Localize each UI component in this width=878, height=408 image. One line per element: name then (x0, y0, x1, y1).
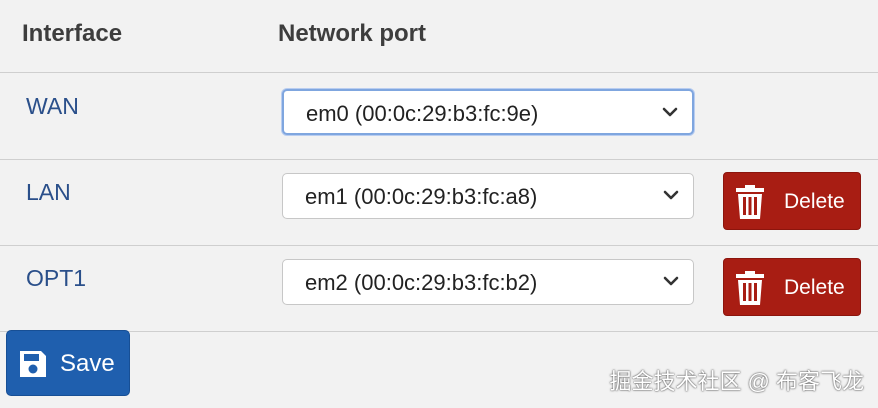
table-header: Interface Network port (0, 0, 878, 73)
network-port-select-value: em2 (00:0c:29:b3:fc:b2) (305, 270, 538, 295)
watermark: 掘金技术社区 @ 布客飞龙 (609, 369, 864, 394)
network-port-select-wan[interactable]: em0 (00:0c:29:b3:fc:9e) (282, 89, 694, 135)
delete-button-opt1[interactable]: Delete (723, 258, 861, 316)
trash-icon (736, 185, 764, 219)
delete-button-label: Delete (784, 190, 845, 213)
chevron-down-icon (663, 190, 679, 200)
delete-button-lan[interactable]: Delete (723, 172, 861, 230)
network-port-select-opt1[interactable]: em2 (00:0c:29:b3:fc:b2) (282, 259, 694, 305)
interface-assignments-page: Interface Network port WAN em0 (00:0c:29… (0, 0, 878, 408)
network-port-select-lan[interactable]: em1 (00:0c:29:b3:fc:a8) (282, 173, 694, 219)
interface-label-wan[interactable]: WAN (26, 93, 79, 120)
table-row-opt1: OPT1 em2 (00:0c:29:b3:fc:b2) Delete (0, 245, 878, 332)
delete-button-label: Delete (784, 276, 845, 299)
table-row-wan: WAN em0 (00:0c:29:b3:fc:9e) (0, 73, 878, 160)
interface-label-lan[interactable]: LAN (26, 179, 71, 206)
chevron-down-icon (662, 107, 678, 117)
floppy-disk-icon (20, 351, 46, 377)
network-port-select-value: em0 (00:0c:29:b3:fc:9e) (306, 101, 539, 126)
trash-icon (736, 271, 764, 305)
interface-column-header: Interface (22, 20, 123, 47)
chevron-down-icon (663, 276, 679, 286)
interface-label-opt1[interactable]: OPT1 (26, 265, 86, 292)
network-port-select-value: em1 (00:0c:29:b3:fc:a8) (305, 184, 538, 209)
save-button[interactable]: Save (6, 330, 130, 396)
table-row-lan: LAN em1 (00:0c:29:b3:fc:a8) Delete (0, 159, 878, 246)
save-button-label: Save (60, 350, 115, 377)
network-port-column-header: Network port (278, 20, 427, 47)
